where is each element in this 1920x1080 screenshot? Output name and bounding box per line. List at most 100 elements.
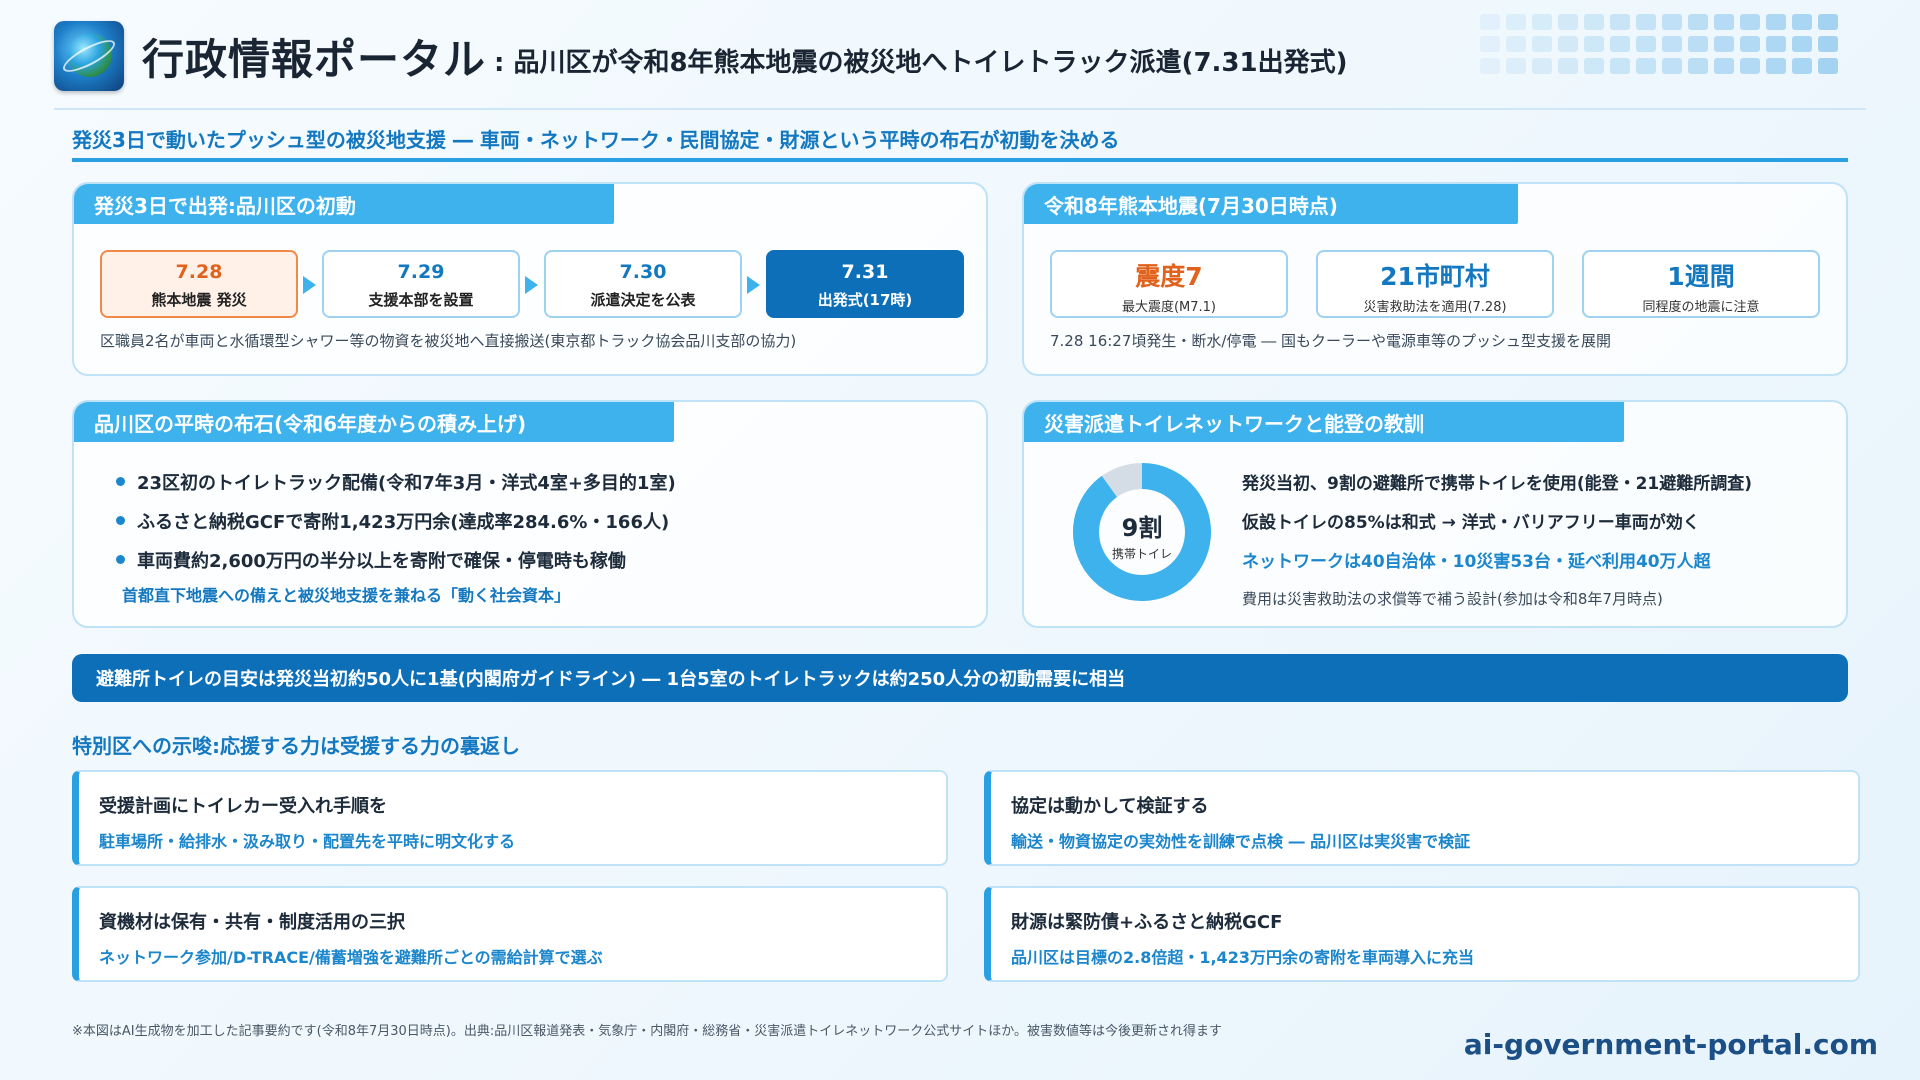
- list-item: 車両費約2,600万円の半分以上を寄附で確保・停電時も稼働: [116, 540, 676, 579]
- mosaic-tile: [1792, 36, 1812, 52]
- mosaic-tile: [1584, 14, 1604, 30]
- arrow-right-icon: [303, 276, 316, 294]
- card-subtitle: 品川区は目標の2.8倍超・1,423万円余の寄附を車両導入に充当: [1011, 948, 1474, 967]
- card-title: 受援計画にトイレカー受入れ手順を: [99, 796, 387, 817]
- implication-card: 協定は動かして検証する 輸送・物資協定の実効性を訓練で点検 ― 品川区は実災害で…: [984, 770, 1860, 866]
- fact-line: ネットワークは40自治体・10災害53台・延べ利用40万人超: [1242, 552, 1711, 572]
- mosaic-tile: [1610, 14, 1630, 30]
- mosaic-tile: [1506, 58, 1526, 74]
- bullet-icon: [116, 555, 125, 564]
- timeline-step: 7.29 支援本部を設置: [322, 250, 520, 318]
- page-subtitle: : 品川区が令和8年熊本地震の被災地へトイレトラック派遣(7.31出発式): [494, 47, 1348, 78]
- panel-tab: 令和8年熊本地震(7月30日時点): [1024, 184, 1518, 224]
- mosaic-tile: [1480, 36, 1500, 52]
- globe-logo-icon: [54, 21, 124, 91]
- mosaic-tile: [1818, 36, 1838, 52]
- bullet-text: 23区初のトイレトラック配備(令和7年3月・洋式4室+多目的1室): [137, 472, 676, 494]
- stat-caption: 同程度の地震に注意: [1642, 300, 1760, 315]
- timeline-step: 7.30 派遣決定を公表: [544, 250, 742, 318]
- timeline-date: 7.31: [841, 261, 889, 283]
- panel-tab: 災害派遣トイレネットワークと能登の教訓: [1024, 402, 1624, 442]
- stat-caption: 最大震度(M7.1): [1121, 300, 1217, 315]
- page-header: 行政情報ポータル : 品川区が令和8年熊本地震の被災地へトイレトラック派遣(7.…: [54, 20, 1347, 92]
- timeline-date: 7.30: [619, 261, 667, 283]
- timeline-label: 支援本部を設置: [368, 291, 474, 309]
- donut-label: 携帯トイレ: [1112, 546, 1172, 561]
- mosaic-tile: [1740, 58, 1760, 74]
- bullet-text: ふるさと納税GCFで寄附1,423万円余(達成率284.6%・166人): [137, 511, 670, 533]
- mosaic-tile: [1558, 58, 1578, 74]
- arrow-right-icon: [525, 276, 538, 294]
- card-title: 財源は緊防債+ふるさと納税GCF: [1011, 912, 1283, 933]
- donut-value: 9割: [1122, 514, 1163, 542]
- timeline-label: 派遣決定を公表: [590, 291, 696, 309]
- panel-note: 首都直下地震への備えと被災地支援を兼ねる「動く社会資本」: [122, 586, 571, 605]
- card-subtitle: 駐車場所・給排水・汲み取り・配置先を平時に明文化する: [99, 832, 516, 851]
- mosaic-tile: [1506, 36, 1526, 52]
- mosaic-tile: [1688, 14, 1708, 30]
- mosaic-tile: [1480, 14, 1500, 30]
- timeline-date: 7.29: [397, 261, 445, 283]
- mosaic-tile: [1792, 14, 1812, 30]
- implication-card: 財源は緊防債+ふるさと納税GCF 品川区は目標の2.8倍超・1,423万円余の寄…: [984, 886, 1860, 982]
- preparation-panel: 品川区の平時の布石(令和6年度からの積み上げ) 23区初のトイレトラック配備(令…: [72, 400, 988, 628]
- fact-line: 費用は災害救助法の求償等で補う設計(参加は令和8年7月時点): [1242, 590, 1663, 608]
- earthquake-panel: 令和8年熊本地震(7月30日時点) 震度7 最大震度(M7.1) 21市町村 災…: [1022, 182, 1848, 376]
- mosaic-tile: [1584, 36, 1604, 52]
- panel-tab: 品川区の平時の布石(令和6年度からの積み上げ): [74, 402, 674, 442]
- list-item: 23区初のトイレトラック配備(令和7年3月・洋式4室+多目的1室): [116, 462, 676, 501]
- mosaic-tile: [1662, 58, 1682, 74]
- stat-box: 1週間 同程度の地震に注意: [1582, 250, 1820, 318]
- network-panel: 災害派遣トイレネットワークと能登の教訓 9割 携帯トイレ 発災当初、9割の避難所…: [1022, 400, 1848, 628]
- mosaic-tile: [1558, 36, 1578, 52]
- mosaic-tile: [1532, 58, 1552, 74]
- stat-value: 21市町村: [1380, 262, 1490, 291]
- timeline-label: 出発式(17時): [817, 291, 913, 309]
- footnote: ※本図はAI生成物を加工した記事要約です(令和8年7月30日時点)。出典:品川区…: [72, 1024, 1222, 1039]
- network-facts: 発災当初、9割の避難所で携帯トイレを使用(能登・21避難所調査) 仮設トイレの8…: [1242, 462, 1752, 618]
- bullet-icon: [116, 477, 125, 486]
- bullet-icon: [116, 516, 125, 525]
- stat-value: 1週間: [1667, 262, 1735, 291]
- card-subtitle: 輸送・物資協定の実効性を訓練で点検 ― 品川区は実災害で検証: [1011, 832, 1471, 851]
- card-subtitle: ネットワーク参加/D-TRACE/備蓄増強を避難所ごとの需給計算で選ぶ: [99, 948, 603, 967]
- mosaic-tile: [1688, 58, 1708, 74]
- implications-heading: 特別区への示唆:応援する力は受援する力の裏返し: [72, 734, 520, 758]
- mosaic-tile: [1506, 14, 1526, 30]
- bullet-text: 車両費約2,600万円の半分以上を寄附で確保・停電時も稼働: [137, 550, 626, 572]
- mosaic-tile: [1610, 58, 1630, 74]
- arrow-right-icon: [747, 276, 760, 294]
- card-title: 資機材は保有・共有・制度活用の三択: [99, 912, 405, 933]
- mosaic-tile: [1740, 36, 1760, 52]
- stat-box: 21市町村 災害救助法を適用(7.28): [1316, 250, 1554, 318]
- mosaic-tile: [1714, 14, 1734, 30]
- mosaic-tile: [1480, 58, 1500, 74]
- mosaic-tile: [1792, 58, 1812, 74]
- page-title: 行政情報ポータル: [142, 34, 487, 84]
- mosaic-tile: [1766, 14, 1786, 30]
- stat-box: 震度7 最大震度(M7.1): [1050, 250, 1288, 318]
- mosaic-tile: [1714, 36, 1734, 52]
- mosaic-tile: [1532, 14, 1552, 30]
- implication-card: 受援計画にトイレカー受入れ手順を 駐車場所・給排水・汲み取り・配置先を平時に明文…: [72, 770, 948, 866]
- stat-value: 震度7: [1135, 262, 1203, 291]
- timeline-step: 7.31 出発式(17時): [766, 250, 964, 318]
- mosaic-tile: [1636, 58, 1656, 74]
- mosaic-tile: [1584, 58, 1604, 74]
- fact-line: 発災当初、9割の避難所で携帯トイレを使用(能登・21避難所調査): [1242, 474, 1753, 494]
- timeline-label: 熊本地震 発災: [151, 291, 247, 309]
- mosaic-tile: [1532, 36, 1552, 52]
- mosaic-tile: [1818, 58, 1838, 74]
- stat-caption: 災害救助法を適用(7.28): [1363, 300, 1507, 315]
- mosaic-tile: [1636, 36, 1656, 52]
- fact-line: 仮設トイレの85%は和式 → 洋式・バリアフリー車両が効く: [1242, 513, 1700, 533]
- header-divider: [54, 108, 1866, 110]
- site-url: ai-government-portal.com: [1463, 1028, 1878, 1061]
- mosaic-tile: [1558, 14, 1578, 30]
- mosaic-tile: [1662, 14, 1682, 30]
- mosaic-tile: [1610, 36, 1630, 52]
- mosaic-tile: [1688, 36, 1708, 52]
- section-heading: 発災3日で動いたプッシュ型の被災地支援 ― 車両・ネットワーク・民間協定・財源と…: [72, 128, 1120, 152]
- mosaic-tile: [1714, 58, 1734, 74]
- panel-tab: 発災3日で出発:品川区の初動: [74, 184, 614, 224]
